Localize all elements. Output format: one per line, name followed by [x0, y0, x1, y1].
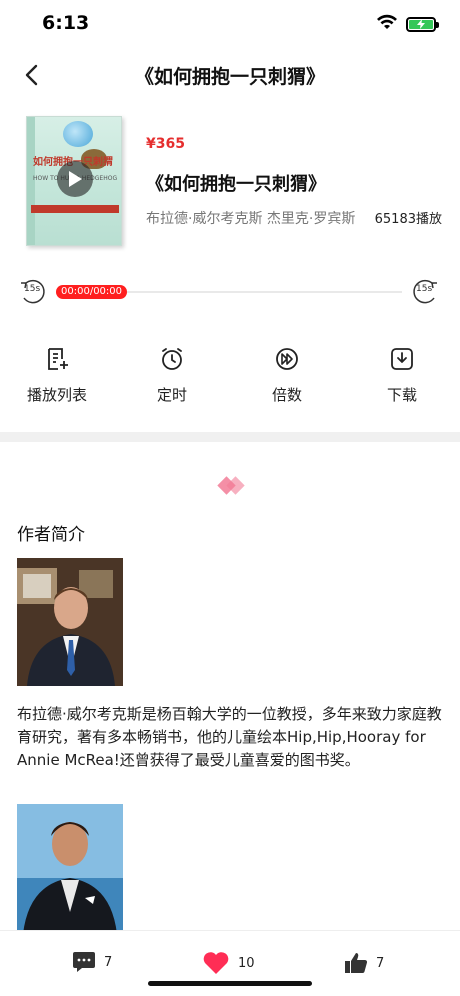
playlist-label: 播放列表	[26, 386, 87, 404]
thumbs-up-button[interactable]: 7	[344, 951, 384, 975]
audio-player: 15s 00:00/00:00 15s	[0, 276, 460, 310]
timer-button[interactable]: 定时	[122, 346, 222, 405]
comment-button[interactable]: 7	[72, 951, 112, 973]
timer-icon	[159, 346, 185, 372]
download-button[interactable]: 下载	[352, 346, 452, 405]
book-info: 如何拥抱一只刺猬 HOW TO HUG A HEDGEHOG ¥365 《如何拥…	[0, 116, 460, 248]
status-icons	[376, 14, 439, 34]
playlist-icon	[44, 346, 70, 372]
heart-icon	[203, 952, 229, 974]
home-indicator	[148, 981, 312, 986]
speed-icon	[274, 346, 300, 372]
status-bar: 6:13	[0, 0, 460, 50]
book-cover[interactable]: 如何拥抱一只刺猬 HOW TO HUG A HEDGEHOG	[26, 116, 122, 246]
author-photo-2	[17, 804, 123, 934]
skip-forward-button[interactable]: 15s	[410, 276, 440, 306]
price: ¥365	[146, 136, 185, 152]
page-title: 《如何拥抱一只刺猬》	[134, 66, 325, 88]
speed-button[interactable]: 倍数	[237, 346, 337, 405]
play-button[interactable]	[57, 161, 93, 197]
play-count: 65183播放	[374, 212, 442, 227]
status-time: 6:13	[42, 12, 90, 34]
author-section-title: 作者简介	[17, 525, 85, 545]
wifi-icon	[376, 14, 398, 34]
section-divider	[0, 432, 460, 442]
action-bar: 播放列表 定时 倍数 下载	[0, 346, 460, 410]
skip-back-label: 15s	[24, 284, 41, 294]
author-photo	[17, 558, 123, 686]
speed-label: 倍数	[271, 386, 302, 404]
comment-count: 7	[104, 954, 113, 970]
play-icon	[69, 171, 82, 187]
comment-icon	[73, 952, 95, 972]
diamond-decoration-icon	[217, 476, 246, 496]
bottom-bar: 7 10 7	[0, 930, 460, 996]
download-label: 下载	[386, 386, 417, 404]
nav-bar: 《如何拥抱一只刺猬》	[0, 52, 460, 96]
thumbs-up-icon	[345, 953, 368, 974]
thumbs-up-count: 7	[376, 955, 385, 971]
skip-back-button[interactable]: 15s	[18, 276, 48, 306]
author-bio: 布拉德·威尔考克斯是杨百翰大学的一位教授，多年来致力家庭教育研究，著有多本畅销书…	[17, 705, 442, 769]
progress-time[interactable]: 00:00/00:00	[56, 285, 128, 299]
playlist-button[interactable]: 播放列表	[7, 346, 107, 405]
like-button[interactable]: 10	[202, 951, 255, 975]
download-icon	[389, 346, 415, 372]
skip-forward-label: 15s	[416, 284, 433, 294]
book-authors: 布拉德·威尔考克斯 杰里克·罗宾斯	[146, 211, 356, 227]
like-count: 10	[238, 955, 255, 971]
book-title: 《如何拥抱一只刺猬》	[146, 174, 326, 195]
battery-charging-icon	[406, 16, 439, 32]
timer-label: 定时	[156, 386, 187, 404]
